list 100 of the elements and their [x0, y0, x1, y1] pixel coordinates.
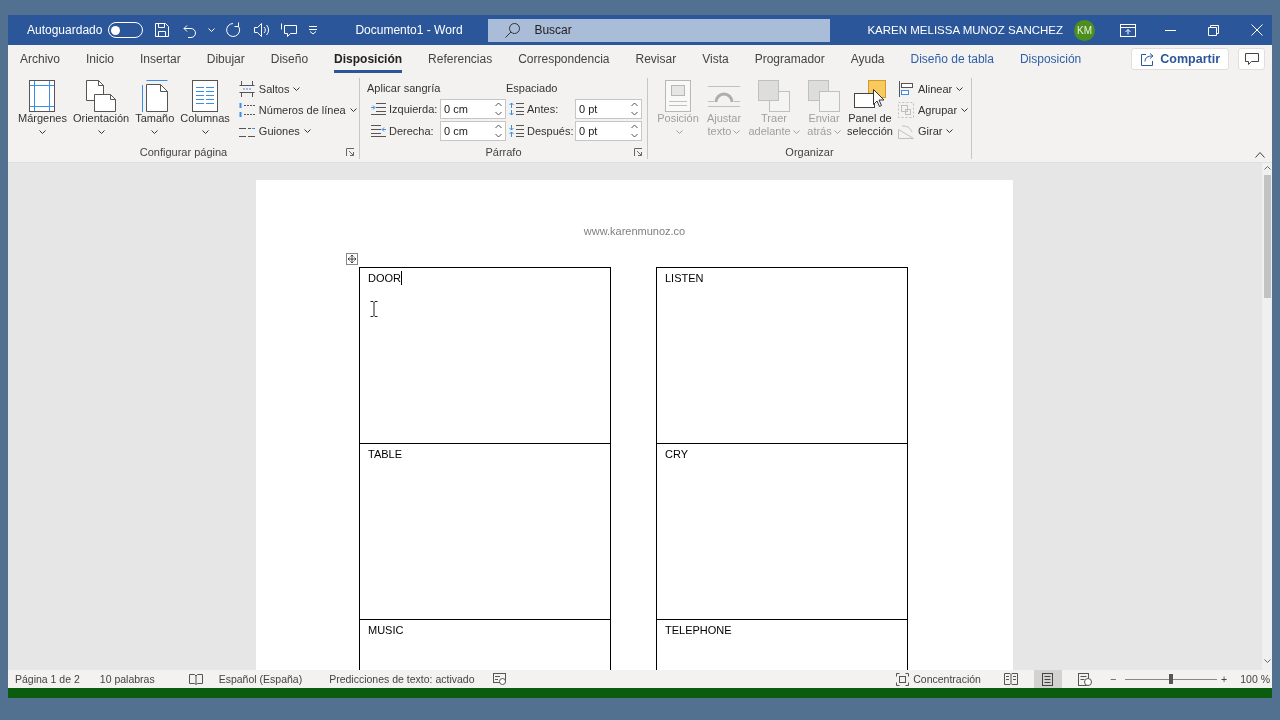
zoom-percent[interactable]: 100 %: [1240, 673, 1270, 685]
open-book-icon: [1003, 673, 1018, 685]
window-title: Documento1 - Word: [355, 23, 463, 37]
caret-icon: [733, 130, 741, 135]
ribbon-tab[interactable]: Diseño: [270, 45, 309, 73]
ribbon-tab[interactable]: Dibujar: [206, 45, 245, 73]
ribbon-button[interactable]: Márgenes: [17, 78, 68, 134]
numbered-lines-icon: [238, 101, 255, 118]
vertical-scrollbar[interactable]: [1262, 163, 1272, 670]
spacing-after-icon: [509, 125, 524, 137]
ribbon-tab[interactable]: Referencias: [428, 45, 493, 73]
focus-icon: [896, 672, 910, 686]
ribbon-menu-button[interactable]: Saltos: [236, 78, 359, 99]
search-field[interactable]: Buscar: [488, 18, 831, 42]
restore-icon[interactable]: [1208, 24, 1219, 36]
ribbon-menu-button[interactable]: Alinear: [896, 78, 971, 99]
caret-icon[interactable]: [208, 28, 216, 32]
caret-icon: [833, 130, 841, 135]
indent-right-icon: [371, 125, 386, 137]
ribbon-tab[interactable]: Programador: [754, 45, 825, 73]
speaker-icon[interactable]: [253, 22, 271, 38]
ribbon-tab[interactable]: Inicio: [86, 45, 115, 73]
focus-button[interactable]: Concentración: [896, 672, 981, 686]
word-count[interactable]: 10 palabras: [99, 673, 155, 685]
table-cell[interactable]: TELEPHONE: [656, 619, 908, 670]
cell-text: LISTEN: [665, 272, 704, 284]
field-label: Después:: [527, 125, 572, 137]
lines-caret-icon[interactable]: [308, 25, 319, 35]
close-icon[interactable]: [1251, 24, 1263, 36]
share-button[interactable]: Compartir: [1131, 48, 1229, 70]
table-cell[interactable]: MUSIC: [359, 619, 611, 670]
field-label: Derecha:: [389, 125, 435, 137]
spacing-field[interactable]: 0 pt: [575, 121, 642, 141]
user-avatar[interactable]: KM: [1074, 19, 1095, 41]
page-lines-icon: [1042, 672, 1054, 686]
ribbon-button[interactable]: Orientación: [71, 78, 131, 134]
indent-field[interactable]: 0 cm: [440, 99, 506, 119]
field-label: Izquierda:: [389, 103, 437, 115]
ribbon-button[interactable]: Tamaño: [134, 78, 176, 134]
ribbon-tab[interactable]: Vista: [702, 45, 729, 73]
overlapping-squares-icon: [758, 80, 790, 112]
overlapping-squares-icon: [808, 80, 840, 112]
undo-icon[interactable]: [181, 22, 198, 38]
ribbon-tab[interactable]: Revisar: [635, 45, 677, 73]
comments-button[interactable]: [1238, 48, 1265, 70]
cell-text: TABLE: [368, 448, 403, 460]
ribbon-tab[interactable]: Disposición: [334, 45, 403, 73]
grouped-squares-icon: [898, 101, 914, 118]
window-arrow-icon[interactable]: [1120, 23, 1136, 37]
table-cell[interactable]: CRY: [656, 443, 908, 619]
ribbon-button[interactable]: Columnas: [179, 78, 231, 134]
scroll-down-icon[interactable]: [1263, 659, 1271, 663]
columns-icon: [192, 80, 219, 112]
ribbon-menu-button[interactable]: Números de línea: [236, 99, 359, 120]
caret-icon: [303, 128, 311, 133]
dialog-launcher-icon[interactable]: [346, 147, 354, 156]
two-pages-icon: [86, 80, 117, 112]
save-icon[interactable]: [154, 22, 171, 38]
caret-icon: [201, 130, 209, 134]
table-cell[interactable]: TABLE: [359, 443, 611, 619]
indent-field[interactable]: 0 cm: [440, 121, 506, 141]
chevron-up-icon[interactable]: [1255, 152, 1265, 158]
triangle-arc-icon: [898, 122, 914, 139]
ribbon-tab[interactable]: Correspondencia: [518, 45, 610, 73]
i-beam-cursor-icon: [370, 301, 378, 317]
caret-icon: [97, 130, 105, 134]
page-image-icon: [665, 80, 691, 112]
spacing-before-icon: [509, 103, 524, 115]
language[interactable]: Español (España): [218, 673, 303, 685]
ribbon-tab[interactable]: Diseño de tabla: [910, 45, 994, 73]
user-name[interactable]: KAREN MELISSA MUNOZ SANCHEZ: [867, 24, 1063, 36]
zoom-slider-thumb[interactable]: [1169, 674, 1174, 684]
ribbon-tab[interactable]: Ayuda: [850, 45, 885, 73]
scrollbar-thumb[interactable]: [1263, 175, 1271, 298]
speech-bubble-icon[interactable]: [281, 22, 298, 38]
scroll-up-icon[interactable]: [1263, 166, 1271, 170]
group-label: Organizar: [785, 145, 834, 158]
table-cell[interactable]: DOOR: [359, 267, 611, 443]
table-cell[interactable]: LISTEN: [656, 267, 908, 443]
page-count[interactable]: Página 1 de 2: [15, 673, 80, 685]
search-icon: [505, 22, 521, 38]
dialog-launcher-icon[interactable]: [634, 147, 642, 156]
caret-icon: [675, 130, 683, 135]
minimize-icon[interactable]: [1165, 29, 1176, 31]
page-margins-icon: [29, 80, 56, 112]
redo-icon[interactable]: [226, 22, 243, 38]
spacing-field[interactable]: 0 pt: [575, 99, 642, 119]
ribbon-tab[interactable]: Disposición: [1019, 45, 1082, 73]
text-predictions[interactable]: Predicciones de texto: activado: [329, 673, 475, 685]
zoom-in-button[interactable]: +: [1220, 673, 1229, 685]
autosave-label: Autoguardado: [27, 23, 103, 37]
ribbon-menu-button[interactable]: Guiones: [236, 120, 359, 141]
ribbon-tab[interactable]: Insertar: [140, 45, 181, 73]
ribbon-button[interactable]: Panel de selección: [846, 78, 894, 138]
view-button[interactable]: [1033, 670, 1062, 688]
move-handle-icon[interactable]: [346, 253, 358, 265]
zoom-out-button[interactable]: −: [1108, 673, 1118, 685]
caret-icon: [151, 130, 159, 134]
ribbon-tab[interactable]: Archivo: [20, 45, 60, 73]
book-icon[interactable]: [188, 673, 203, 685]
